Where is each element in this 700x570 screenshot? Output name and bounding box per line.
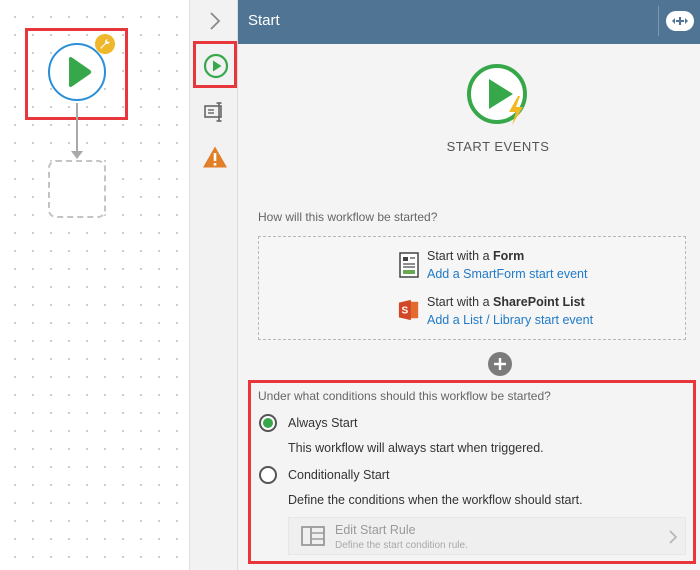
conditions-question: Under what conditions should this workfl… [258, 389, 551, 403]
chevron-right-icon [669, 530, 678, 544]
wrench-icon[interactable] [95, 34, 115, 54]
sharepoint-option-title: Start with a SharePoint List [427, 295, 585, 309]
connector-line [76, 103, 78, 153]
add-smartform-link[interactable]: Add a SmartForm start event [427, 267, 587, 281]
start-events-title: START EVENTS [446, 139, 550, 154]
add-list-library-link[interactable]: Add a List / Library start event [427, 313, 593, 327]
conditionally-start-radio[interactable] [259, 466, 277, 484]
start-question: How will this workflow be started? [258, 210, 438, 224]
form-tool-icon[interactable] [202, 100, 228, 124]
play-icon [69, 57, 92, 87]
rule-layout-icon [301, 526, 325, 546]
start-events-icon [467, 64, 527, 125]
edit-start-rule-button[interactable]: Edit Start Rule Define the start conditi… [288, 517, 686, 555]
form-icon [399, 252, 419, 278]
panel-title: Start [248, 12, 280, 29]
expand-icon [672, 17, 688, 25]
form-option-title: Start with a Form [427, 249, 525, 263]
warning-icon[interactable] [202, 145, 228, 169]
always-start-radio[interactable] [259, 414, 277, 432]
panel-header: Start [238, 0, 700, 44]
start-node[interactable] [48, 43, 106, 101]
connector-arrow [71, 151, 83, 159]
svg-text:S: S [402, 306, 409, 317]
workflow-canvas[interactable] [0, 0, 190, 570]
header-divider [658, 6, 659, 36]
always-start-description: This workflow will always start when tri… [288, 441, 544, 455]
expand-panel-button[interactable] [666, 11, 694, 31]
start-tool-icon[interactable] [203, 53, 229, 79]
edit-start-rule-title: Edit Start Rule [335, 523, 416, 537]
conditionally-start-label[interactable]: Conditionally Start [288, 468, 389, 482]
plus-icon [494, 358, 506, 370]
empty-step-placeholder[interactable] [48, 160, 106, 218]
tool-strip [190, 0, 238, 570]
start-panel: Start START EVENTS How will this workflo… [238, 0, 700, 570]
add-start-event-button[interactable] [488, 352, 512, 376]
conditionally-start-description: Define the conditions when the workflow … [288, 493, 583, 507]
always-start-label[interactable]: Always Start [288, 416, 357, 430]
start-options-box: Start with a Form Add a SmartForm start … [258, 236, 686, 340]
chevron-right-icon[interactable] [206, 10, 224, 32]
sharepoint-icon: S [398, 299, 419, 321]
edit-start-rule-subtitle: Define the start condition rule. [335, 540, 468, 551]
